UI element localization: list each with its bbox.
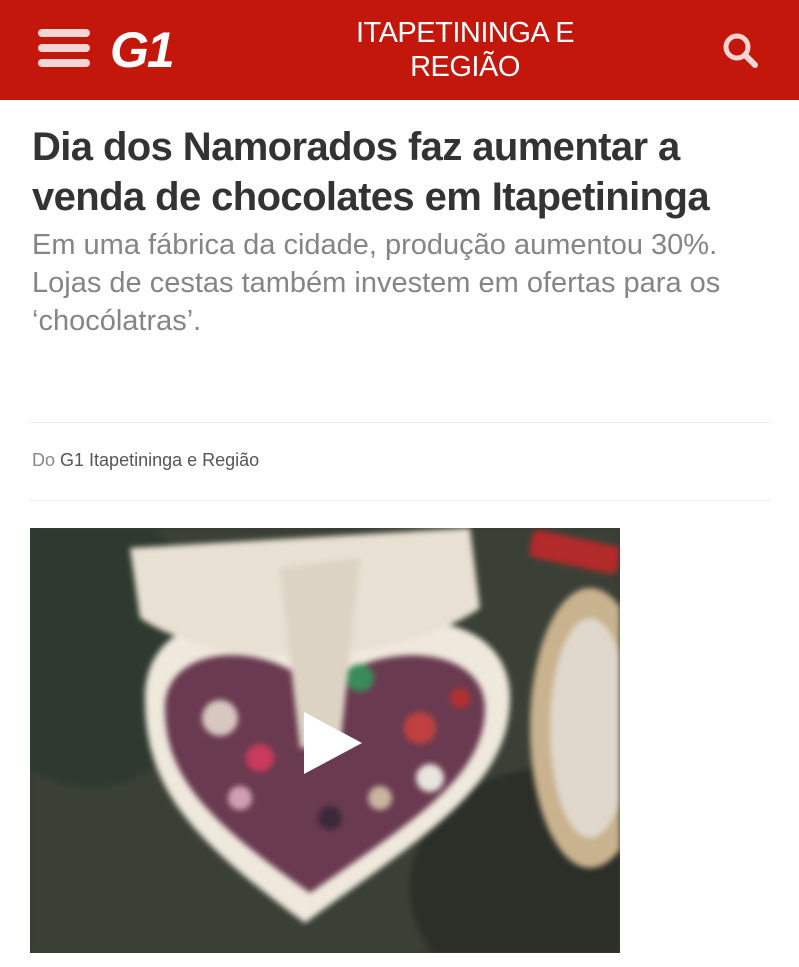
divider <box>30 422 770 423</box>
article-byline: Do G1 Itapetininga e Região <box>32 449 259 471</box>
region-title[interactable]: ITAPETININGA E REGIÃO <box>300 16 630 84</box>
play-icon[interactable] <box>298 708 368 778</box>
region-title-line1: ITAPETININGA E <box>355 17 575 49</box>
region-title-line2: REGIÃO <box>410 51 520 83</box>
g1-logo[interactable]: G1 <box>110 20 175 80</box>
article-subtitle: Em uma fábrica da cidade, produção aumen… <box>32 229 721 337</box>
article-title: Dia dos Namorados faz aumentar a venda d… <box>32 125 710 219</box>
top-bar: G1 ITAPETININGA E REGIÃO <box>0 0 799 100</box>
divider <box>30 500 770 501</box>
hamburger-menu-icon[interactable] <box>38 29 90 67</box>
search-icon[interactable] <box>718 28 764 74</box>
byline-source[interactable]: G1 Itapetininga e Região <box>60 450 259 470</box>
byline-prefix: Do <box>32 450 56 470</box>
